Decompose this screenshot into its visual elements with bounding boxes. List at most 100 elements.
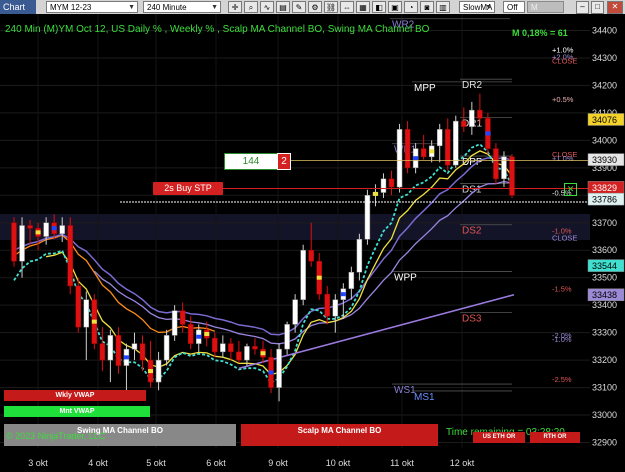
candle-body: [461, 120, 467, 127]
order-icon: ◧: [375, 3, 383, 12]
date-tick-label: 12 okt: [450, 458, 475, 468]
off-toggle-label: Off: [507, 3, 518, 12]
attach-button[interactable]: ⛓: [324, 1, 338, 13]
signal-marker: [429, 149, 435, 154]
instrument-selector[interactable]: MYM 12-23 ▼: [46, 1, 138, 13]
crosshair-icon: ✛: [231, 3, 239, 12]
indicators-icon: ∿: [263, 3, 271, 12]
scroll-button[interactable]: ⇔: [340, 1, 354, 13]
candle: [300, 244, 306, 306]
monthly-vwap-legend[interactable]: Mnt VWAP: [4, 406, 150, 417]
candle-body: [420, 148, 427, 158]
scalp-ma-channel-bo-button[interactable]: Scalp MA Channel BO: [241, 424, 438, 446]
templates-button[interactable]: ▦: [356, 1, 370, 13]
zoom-button[interactable]: ⌕: [244, 1, 258, 13]
pivot-level-label: DS3: [462, 314, 482, 325]
chevron-down-icon: ▼: [211, 4, 218, 11]
candle-body: [228, 343, 234, 353]
indicator-selector[interactable]: SlowMA ▼: [459, 1, 495, 13]
candle-body: [469, 109, 475, 127]
price-tick-label: 33000: [592, 410, 617, 420]
candle-body: [493, 148, 499, 180]
signal-marker: [485, 131, 491, 136]
pivot-level-label: DS2: [462, 226, 482, 237]
candle-body: [445, 129, 451, 166]
alerts-button[interactable]: ◔: [404, 1, 418, 13]
close-button[interactable]: ✕: [607, 1, 623, 14]
off-toggle[interactable]: Off: [503, 1, 525, 13]
chart-tab[interactable]: Chart: [0, 0, 36, 14]
maximize-button[interactable]: □: [591, 1, 604, 14]
percent-level-label: -1.5%: [552, 284, 572, 293]
candle-body: [252, 346, 258, 350]
candle: [11, 217, 17, 267]
candle-body: [404, 129, 411, 169]
price-chart[interactable]: WR2MPPDR2DR1WR1DPPDS1DS2WPPDS3WS1MS1+1.0…: [0, 14, 625, 472]
candle: [485, 112, 491, 155]
layout-button[interactable]: ▥: [436, 1, 450, 13]
interval-selector[interactable]: 240 Minute ▼: [143, 1, 221, 13]
data-box-icon: ▣: [391, 3, 399, 12]
data-box-button[interactable]: ▣: [388, 1, 402, 13]
order-count-badge[interactable]: 2: [277, 153, 291, 170]
price-tick-label: 33200: [592, 355, 617, 365]
camera-icon: ◙: [424, 3, 430, 12]
price-badge-label: 33930: [592, 155, 617, 165]
price-badge-label: 33829: [592, 183, 617, 193]
candle-body: [187, 324, 194, 344]
date-tick-label: 9 okt: [268, 458, 288, 468]
candle-body: [67, 225, 73, 287]
candle-body: [11, 222, 17, 262]
date-tick-label: 11 okt: [390, 458, 414, 468]
candle: [91, 294, 98, 350]
pivot-level-label: MS1: [414, 392, 435, 403]
candle-body: [332, 299, 339, 317]
price-tick-label: 33500: [592, 273, 617, 283]
percent-level-label: CLOSE: [552, 56, 577, 65]
trader-button[interactable]: ◧: [372, 1, 386, 13]
candle-body: [284, 324, 290, 350]
crosshair-button[interactable]: ✛: [228, 1, 242, 13]
screenshot-button[interactable]: ◙: [420, 1, 434, 13]
candle: [75, 277, 81, 333]
candle-body: [477, 109, 483, 119]
indicators-button[interactable]: ∿: [260, 1, 274, 13]
strategy-icon: ▤: [279, 3, 287, 12]
candle-body: [107, 335, 114, 361]
candle-body: [356, 238, 363, 273]
link-icon: ⛓: [325, 3, 337, 12]
rth-or-legend[interactable]: RTH OR: [530, 432, 580, 443]
signal-marker: [196, 334, 202, 339]
price-axis[interactable]: 3440034300342003410034000339003380033700…: [587, 14, 625, 448]
drawing-tools-button[interactable]: ✎: [292, 1, 306, 13]
weekly-vwap-legend[interactable]: Wkly VWAP: [4, 390, 146, 401]
stat-label: M 0,18% = 61: [512, 28, 568, 38]
date-tick-label: 10 okt: [326, 458, 351, 468]
properties-button[interactable]: ⚙: [308, 1, 322, 13]
signal-marker: [91, 319, 97, 324]
percent-level-label: -2.5%: [552, 375, 572, 384]
candle-body: [59, 225, 65, 234]
magnifier-icon: ⌕: [248, 3, 254, 12]
vwap-button[interactable]: M VWAP: [527, 1, 564, 24]
price-tick-label: 33400: [592, 300, 617, 310]
gear-icon: ⚙: [311, 3, 319, 12]
strategies-button[interactable]: ▤: [276, 1, 290, 13]
close-icon: ✕: [611, 2, 619, 11]
price-tick-label: 33100: [592, 383, 617, 393]
interval-label: 240 Minute: [147, 3, 187, 12]
signal-marker: [268, 370, 274, 375]
instrument-label: MYM 12-23: [50, 3, 92, 12]
buy-stop-order-label[interactable]: 2s Buy STP: [153, 182, 223, 195]
candle: [493, 143, 499, 185]
us-eth-or-legend[interactable]: US ETH OR: [473, 432, 525, 443]
signal-marker: [35, 230, 41, 235]
chart-title: 240 Min (M)YM Oct 12, US Daily % , Weekl…: [5, 24, 430, 35]
signal-marker: [340, 292, 346, 297]
order-quantity-field[interactable]: 144: [224, 153, 278, 170]
candle: [67, 217, 73, 295]
percent-level-label: CLOSE: [552, 234, 577, 243]
minimize-button[interactable]: –: [576, 1, 589, 14]
cancel-order-button[interactable]: ✕: [564, 183, 577, 196]
candle-body: [236, 351, 242, 361]
